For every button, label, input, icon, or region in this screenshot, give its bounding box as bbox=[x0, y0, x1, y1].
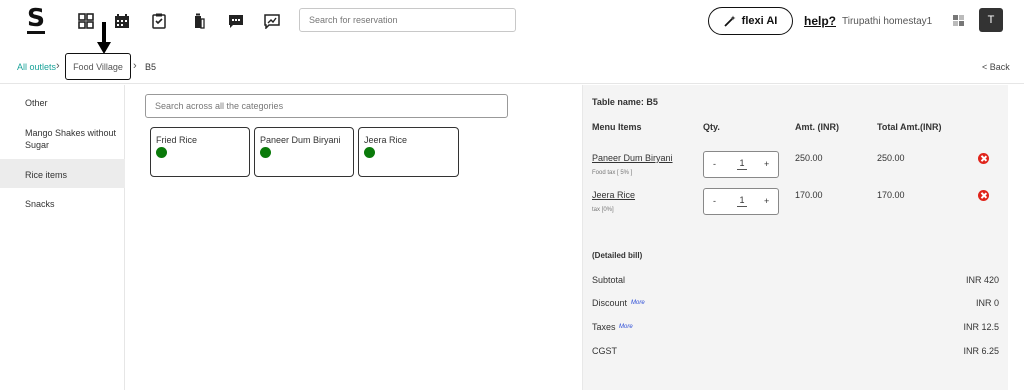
bill-item-name[interactable]: Jeera Rice bbox=[592, 190, 635, 200]
summary-label-discount: Discount bbox=[592, 298, 628, 308]
room-service-icon[interactable] bbox=[191, 13, 207, 29]
decrement-button[interactable]: - bbox=[713, 159, 716, 169]
category-sidebar: Other Mango Shakes without Sugar Rice it… bbox=[0, 85, 125, 390]
veg-indicator-icon bbox=[260, 147, 271, 158]
category-search-input[interactable]: Search across all the categories bbox=[145, 94, 508, 118]
magic-wand-icon bbox=[724, 15, 736, 27]
bill-item-tax: tax [0%] bbox=[592, 207, 614, 213]
quantity-stepper: - 1 + bbox=[703, 188, 779, 215]
bill-item-amount: 170.00 bbox=[795, 190, 823, 200]
column-header-menu-items: Menu Items bbox=[592, 122, 642, 132]
decrement-button[interactable]: - bbox=[713, 196, 716, 206]
help-link[interactable]: help? bbox=[804, 14, 836, 28]
menu-item-card-paneer-dum-biryani[interactable]: Paneer Dum Biryani bbox=[254, 127, 354, 177]
sidebar-item-other[interactable]: Other bbox=[0, 97, 125, 109]
menu-item-card-fried-rice[interactable]: Fried Rice bbox=[150, 127, 250, 177]
detailed-bill-heading: (Detailed bill) bbox=[592, 251, 643, 260]
breadcrumb-separator: › bbox=[56, 60, 60, 72]
veg-indicator-icon bbox=[156, 147, 167, 158]
dashboard-icon[interactable] bbox=[78, 13, 94, 29]
breadcrumb-all-outlets[interactable]: All outlets bbox=[17, 62, 56, 72]
property-name[interactable]: Tirupathi homestay1 bbox=[842, 16, 932, 27]
quantity-stepper: - 1 + bbox=[703, 151, 779, 178]
column-header-amount: Amt. (INR) bbox=[795, 122, 839, 132]
sidebar-item-mango-shakes[interactable]: Mango Shakes without bbox=[0, 127, 125, 139]
quantity-value[interactable]: 1 bbox=[737, 158, 747, 170]
bill-item-name[interactable]: Paneer Dum Biryani bbox=[592, 153, 673, 163]
bill-item-total: 170.00 bbox=[877, 190, 905, 200]
column-header-total-amount: Total Amt.(INR) bbox=[877, 122, 942, 132]
menu-item-card-jeera-rice[interactable]: Jeera Rice bbox=[358, 127, 459, 177]
summary-value-subtotal: INR 420 bbox=[965, 275, 999, 285]
top-bar: S Search for reservation flexi AI help? … bbox=[0, 0, 1024, 44]
discount-more-link[interactable]: More bbox=[631, 300, 645, 306]
sidebar-item-snacks[interactable]: Snacks bbox=[0, 198, 125, 210]
apps-grid-icon[interactable] bbox=[953, 15, 964, 26]
veg-indicator-icon bbox=[364, 147, 375, 158]
avatar[interactable]: T bbox=[979, 8, 1003, 32]
breadcrumb-table: B5 bbox=[145, 62, 157, 72]
summary-value-taxes: INR 12.5 bbox=[963, 322, 999, 332]
remove-item-icon[interactable] bbox=[978, 190, 989, 201]
taxes-more-link[interactable]: More bbox=[619, 324, 633, 330]
calendar-icon[interactable] bbox=[114, 13, 130, 29]
menu-item-name: Paneer Dum Biryani bbox=[260, 135, 341, 145]
summary-label-subtotal: Subtotal bbox=[592, 275, 626, 285]
summary-value-discount: INR 0 bbox=[975, 298, 999, 308]
remove-item-icon[interactable] bbox=[978, 153, 989, 164]
menu-item-name: Jeera Rice bbox=[364, 135, 408, 145]
flexi-ai-label: flexi AI bbox=[741, 15, 778, 27]
flexi-ai-button[interactable]: flexi AI bbox=[708, 7, 793, 35]
back-link[interactable]: < Back bbox=[982, 62, 1010, 72]
breadcrumb-separator: › bbox=[133, 60, 137, 72]
bill-panel: Table name: B5 Menu Items Qty. Amt. (INR… bbox=[582, 85, 1008, 390]
increment-button[interactable]: + bbox=[764, 159, 769, 169]
column-header-qty: Qty. bbox=[703, 122, 720, 132]
sidebar-item-mango-shakes-line2[interactable]: Sugar bbox=[0, 139, 125, 151]
checklist-icon[interactable] bbox=[151, 13, 167, 29]
increment-button[interactable]: + bbox=[764, 196, 769, 206]
chat-icon[interactable] bbox=[228, 13, 244, 29]
app-logo[interactable]: S bbox=[27, 5, 46, 34]
table-name-value: B5 bbox=[646, 97, 658, 107]
quantity-value[interactable]: 1 bbox=[737, 195, 747, 207]
summary-label-taxes: Taxes bbox=[592, 322, 616, 332]
summary-label-cgst: CGST bbox=[592, 346, 618, 356]
sidebar-item-rice-items[interactable]: Rice items bbox=[0, 159, 125, 188]
reservation-search-input[interactable]: Search for reservation bbox=[299, 8, 516, 32]
bill-item-tax: Food tax [ 5% ] bbox=[592, 170, 633, 176]
menu-item-name: Fried Rice bbox=[156, 135, 198, 145]
table-name-label: Table name: B5 bbox=[592, 97, 658, 107]
reports-icon[interactable] bbox=[264, 13, 280, 29]
breadcrumb-food-village[interactable]: Food Village bbox=[65, 53, 131, 80]
bill-item-total: 250.00 bbox=[877, 153, 905, 163]
bill-item-amount: 250.00 bbox=[795, 153, 823, 163]
summary-value-cgst: INR 6.25 bbox=[963, 346, 999, 356]
